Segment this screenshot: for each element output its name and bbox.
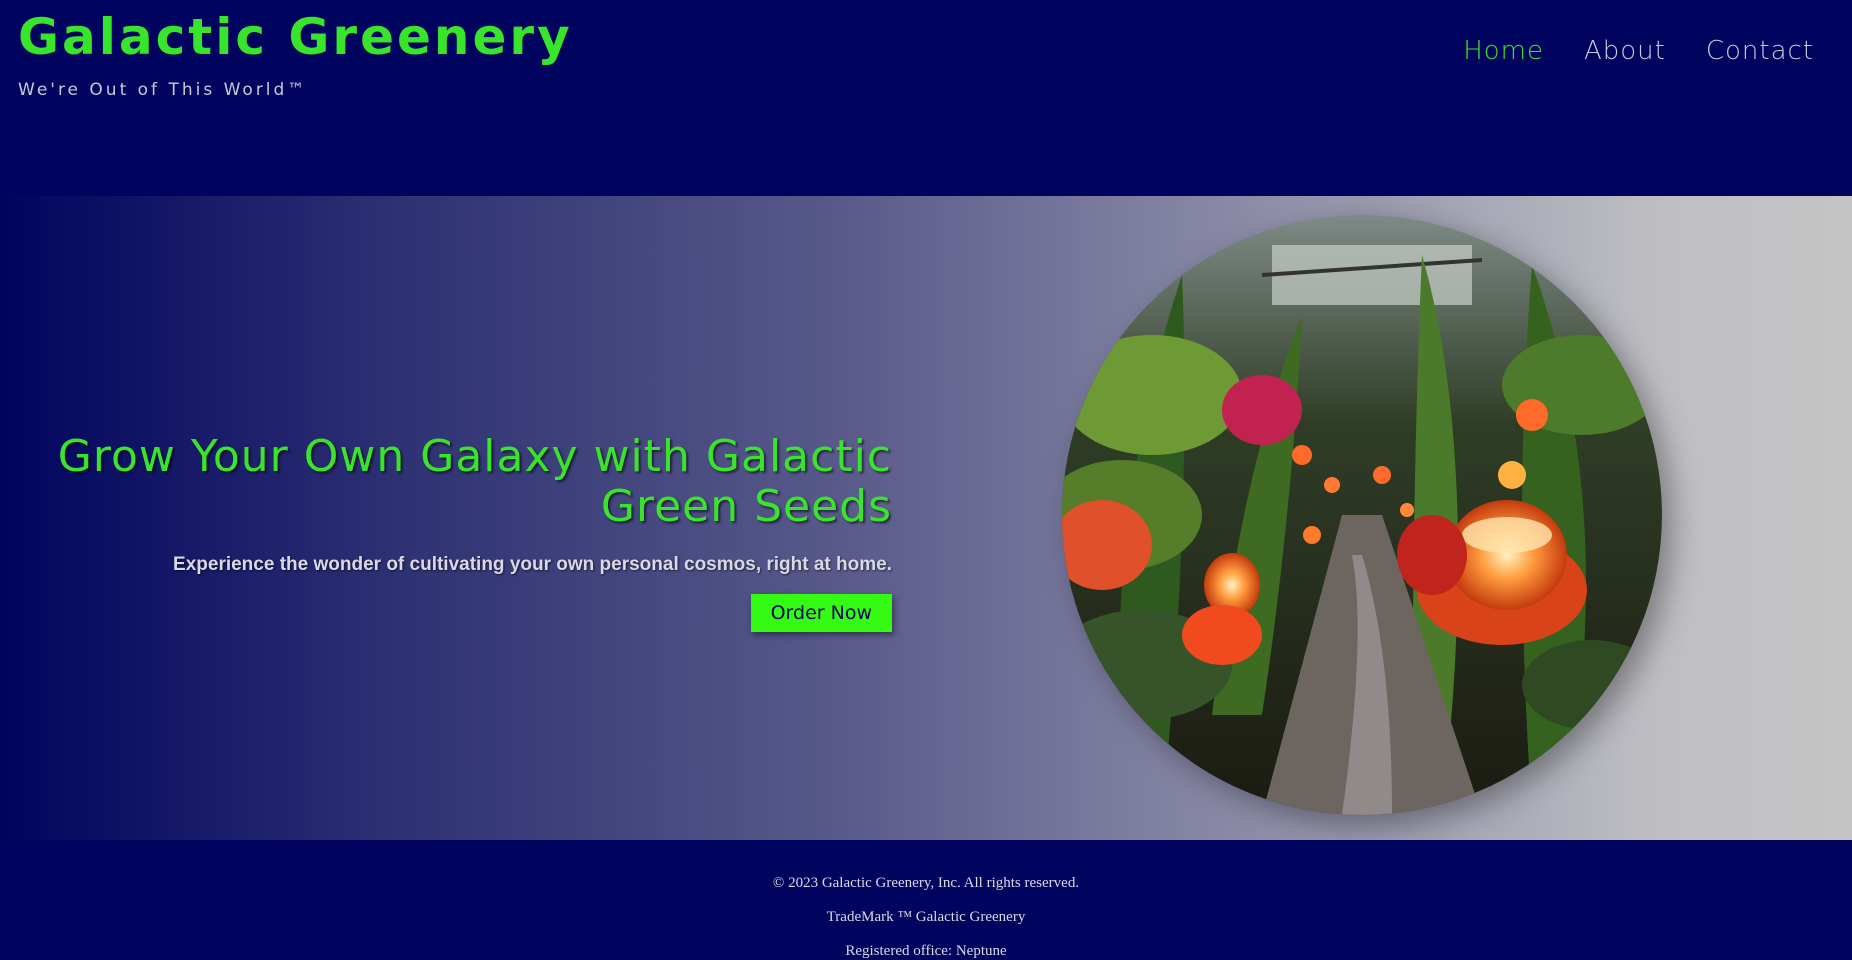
site-header: Galactic Greenery We're Out of This Worl…	[0, 0, 1852, 196]
footer-copyright: © 2023 Galactic Greenery, Inc. All right…	[772, 875, 1080, 891]
hero-subtext: Experience the wonder of cultivating you…	[173, 554, 892, 575]
main-nav: Home About Contact	[1463, 36, 1814, 66]
site-tagline: We're Out of This World™	[18, 80, 308, 100]
nav-home-link[interactable]: Home	[1463, 36, 1544, 66]
nav-contact-link[interactable]: Contact	[1706, 36, 1814, 66]
hero-section: Grow Your Own Galaxy with Galactic Green…	[0, 196, 1852, 840]
order-now-button[interactable]: Order Now	[750, 594, 892, 632]
footer-trademark: TradeMark ™ Galactic Greenery	[826, 909, 1026, 925]
footer-office: Registered office: Neptune	[845, 943, 1007, 959]
garden-illustration	[1062, 215, 1662, 815]
site-title: Galactic Greenery	[18, 8, 573, 66]
hero-text-block: Grow Your Own Galaxy with Galactic Green…	[12, 432, 892, 632]
site-footer: © 2023 Galactic Greenery, Inc. All right…	[0, 840, 1852, 959]
hero-garden-image	[1062, 215, 1662, 815]
nav-about-link[interactable]: About	[1584, 36, 1666, 66]
hero-heading: Grow Your Own Galaxy with Galactic Green…	[57, 431, 892, 532]
